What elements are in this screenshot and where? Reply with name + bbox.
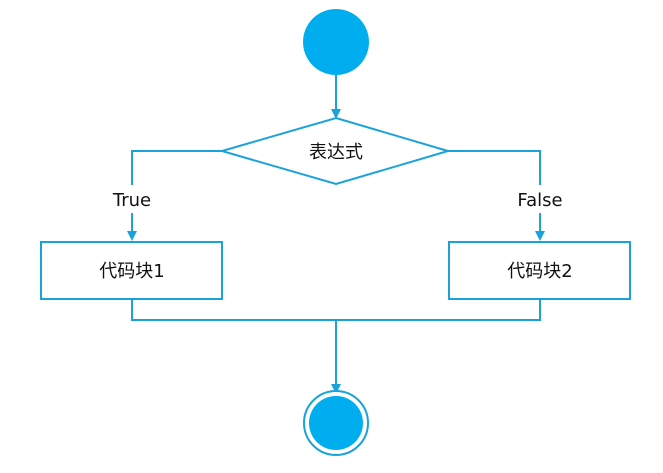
- flowchart-canvas: 表达式 True False 代码块1 代码块2: [0, 0, 663, 473]
- true-branch-label: True: [112, 190, 151, 211]
- code-block-1-label: 代码块1: [99, 261, 164, 282]
- start-node: [303, 9, 369, 75]
- flowchart-diagram: 表达式 True False 代码块1 代码块2: [40, 9, 631, 456]
- code-block-2-label: 代码块2: [507, 261, 572, 282]
- connector-block2-merge: [336, 299, 541, 321]
- false-branch-label: False: [517, 190, 562, 211]
- end-node: [309, 396, 363, 450]
- decision-label: 表达式: [309, 142, 363, 163]
- connector-block1-merge: [131, 299, 336, 321]
